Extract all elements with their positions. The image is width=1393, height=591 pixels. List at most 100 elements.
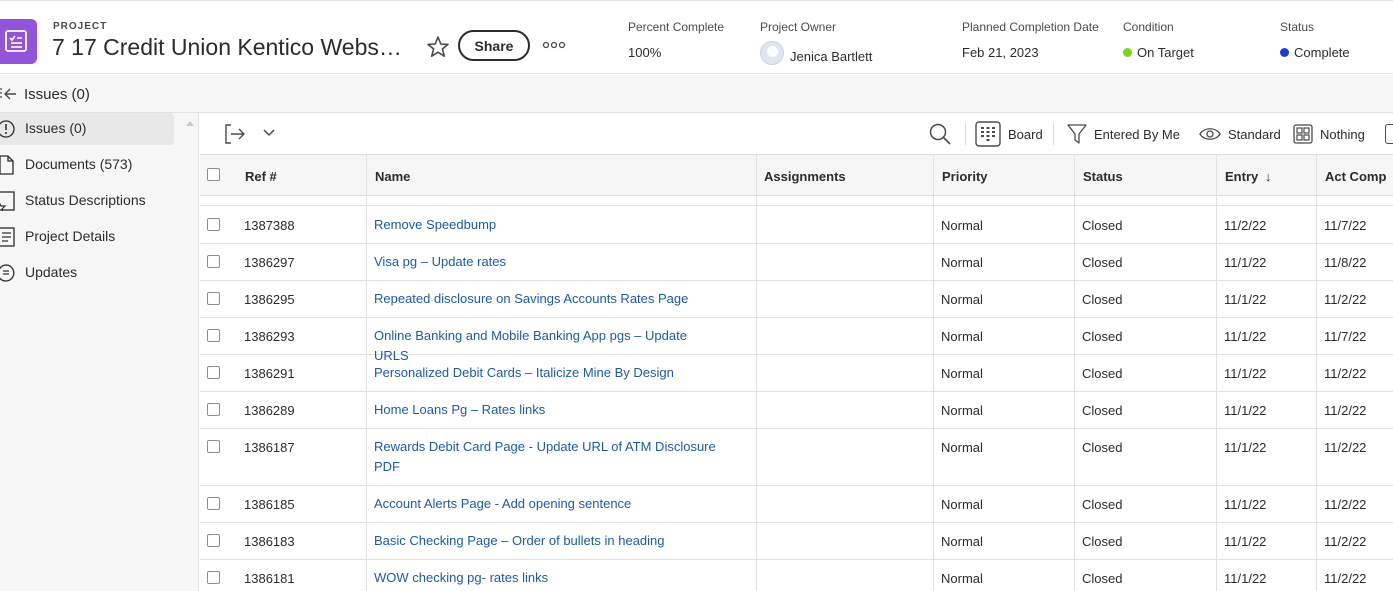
- table-row[interactable]: 1386181 WOW checking pg- rates links Norma…: [200, 560, 1393, 591]
- row-checkbox[interactable]: [207, 534, 220, 547]
- cell-entry: 11/1/22: [1224, 255, 1267, 270]
- table-row[interactable]: 1386297 Visa pg – Update rates Normal Close…: [200, 244, 1393, 281]
- group-by-button[interactable]: Nothing: [1293, 113, 1365, 155]
- sidebar-item-status-descriptions[interactable]: Status Descriptions: [0, 185, 174, 217]
- column-header-ref[interactable]: Ref #: [245, 155, 277, 196]
- cell-name-link[interactable]: Repeated disclosure on Savings Accounts …: [374, 289, 724, 309]
- settings-icon[interactable]: [1385, 124, 1393, 144]
- planned-completion-value[interactable]: Feb 21, 2023: [962, 45, 1099, 60]
- row-checkbox[interactable]: [207, 255, 220, 268]
- sort-arrow-icon: ↓: [1264, 169, 1272, 184]
- view-button[interactable]: Standard: [1199, 113, 1281, 155]
- project-title[interactable]: 7 17 Credit Union Kentico Websit...: [52, 34, 402, 61]
- cell-name-link[interactable]: WOW checking pg- rates links: [374, 568, 724, 588]
- group-by-label: Nothing: [1320, 126, 1365, 142]
- cell-entry: 11/1/22: [1224, 440, 1267, 455]
- condition-label: Condition: [1123, 20, 1174, 34]
- status-label: Status: [1280, 20, 1315, 34]
- cell-status: Closed: [1082, 255, 1123, 270]
- table-row[interactable]: 1386187 Rewards Debit Card Page - Update …: [200, 429, 1393, 486]
- scroll-up-icon[interactable]: [186, 119, 194, 127]
- cell-priority: Normal: [941, 497, 983, 512]
- eye-icon: [1199, 128, 1221, 140]
- sidebar-item-updates[interactable]: Updates: [0, 257, 174, 289]
- row-checkbox[interactable]: [207, 329, 220, 342]
- cell-name-link[interactable]: Account Alerts Page - Add opening senten…: [374, 494, 724, 514]
- document-icon: [0, 155, 14, 175]
- cell-act-comp: 11/2/22: [1324, 571, 1367, 586]
- cell-status: Closed: [1082, 329, 1123, 344]
- column-header-priority[interactable]: Priority: [942, 155, 988, 196]
- condition-value[interactable]: On Target: [1137, 45, 1194, 60]
- planned-completion: Planned Completion Date Feb 21, 2023: [962, 20, 1099, 60]
- cell-entry: 11/1/22: [1224, 366, 1267, 381]
- row-checkbox[interactable]: [207, 497, 220, 510]
- table-row[interactable]: 1386183 Basic Checking Page – Order of bu…: [200, 523, 1393, 560]
- row-checkbox[interactable]: [207, 218, 220, 231]
- issues-table: Ref # Name Assignments Priority Status E…: [200, 155, 1393, 591]
- row-checkbox[interactable]: [207, 366, 220, 379]
- row-checkbox[interactable]: [207, 440, 220, 453]
- status-dot-icon: [1280, 48, 1289, 57]
- more-options-icon[interactable]: [540, 37, 568, 53]
- column-header-entry-label: Entry: [1225, 169, 1259, 184]
- collapse-arrow-icon[interactable]: [0, 86, 18, 102]
- column-header-entry[interactable]: Entry ↓: [1225, 155, 1271, 196]
- table-row[interactable]: 1387388 Remove Speedbump Normal Closed 11/2/…: [200, 207, 1393, 244]
- cell-entry: 11/1/22: [1224, 403, 1267, 418]
- board-view-button[interactable]: Board: [975, 113, 1043, 155]
- table-row[interactable]: 1386291 Personalized Debit Cards – Italic…: [200, 355, 1393, 392]
- cell-name-link[interactable]: Remove Speedbump: [374, 215, 724, 235]
- cell-status: Closed: [1082, 218, 1123, 233]
- cell-priority: Normal: [941, 534, 983, 549]
- cell-entry: 11/1/22: [1224, 534, 1267, 549]
- project-header: PROJECT 7 17 Credit Union Kentico Websit…: [0, 0, 1393, 74]
- project-owner-value[interactable]: Jenica Bartlett: [790, 49, 872, 64]
- table-header: Ref # Name Assignments Priority Status E…: [200, 155, 1393, 196]
- column-header-assignments[interactable]: Assignments: [764, 155, 846, 196]
- sidebar-item-label: Issues (0): [25, 120, 87, 136]
- star-icon[interactable]: [425, 34, 451, 60]
- details-icon: [0, 227, 15, 247]
- cell-ref: 1386291: [244, 366, 295, 381]
- cell-status: Closed: [1082, 366, 1123, 381]
- chevron-down-icon[interactable]: [263, 128, 275, 138]
- column-header-act-comp[interactable]: Act Comp: [1325, 155, 1386, 196]
- sidebar-item-label: Status Descriptions: [25, 192, 146, 208]
- cell-entry: 11/1/22: [1224, 329, 1267, 344]
- cell-status: Closed: [1082, 534, 1123, 549]
- sidebar-item-issues[interactable]: Issues (0): [0, 113, 174, 145]
- filter-button[interactable]: Entered By Me: [1067, 113, 1180, 155]
- cell-name-link[interactable]: Basic Checking Page – Order of bullets i…: [374, 531, 724, 551]
- column-header-name[interactable]: Name: [375, 155, 410, 196]
- cell-priority: Normal: [941, 440, 983, 455]
- sidebar-item-documents[interactable]: Documents (573): [0, 149, 174, 181]
- cell-name-link[interactable]: Home Loans Pg – Rates links: [374, 400, 724, 420]
- row-checkbox[interactable]: [207, 403, 220, 416]
- select-all-checkbox[interactable]: [207, 168, 220, 181]
- table-row[interactable]: 1386293 Online Banking and Mobile Banking…: [200, 318, 1393, 363]
- cell-name-link[interactable]: Rewards Debit Card Page - Update URL of …: [374, 437, 724, 477]
- cell-ref: 1386183: [244, 534, 295, 549]
- table-row[interactable]: 1386295 Repeated disclosure on Savings Ac…: [200, 281, 1393, 318]
- row-checkbox[interactable]: [207, 292, 220, 305]
- column-header-status[interactable]: Status: [1083, 155, 1123, 196]
- toolbar: Board Entered By Me Standard Nothing: [200, 113, 1393, 155]
- cell-name-link[interactable]: Personalized Debit Cards – Italicize Min…: [374, 363, 724, 383]
- row-checkbox[interactable]: [207, 571, 220, 584]
- status-value[interactable]: Complete: [1294, 45, 1350, 60]
- table-row[interactable]: 1386185 Account Alerts Page - Add opening…: [200, 486, 1393, 523]
- search-icon[interactable]: [928, 122, 952, 146]
- cell-entry: 11/1/22: [1224, 292, 1267, 307]
- sidebar-item-project-details[interactable]: Project Details: [0, 221, 174, 253]
- cell-ref: 1386293: [244, 329, 295, 344]
- cell-name-link[interactable]: Visa pg – Update rates: [374, 252, 724, 272]
- cell-act-comp: 11/2/22: [1324, 292, 1367, 307]
- table-row[interactable]: 1386289 Home Loans Pg – Rates links Normal…: [200, 392, 1393, 429]
- cell-status: Closed: [1082, 571, 1123, 586]
- cell-priority: Normal: [941, 366, 983, 381]
- filter-icon: [1067, 124, 1087, 144]
- share-button[interactable]: Share: [458, 30, 530, 61]
- cell-status: Closed: [1082, 440, 1123, 455]
- export-icon[interactable]: [224, 123, 246, 145]
